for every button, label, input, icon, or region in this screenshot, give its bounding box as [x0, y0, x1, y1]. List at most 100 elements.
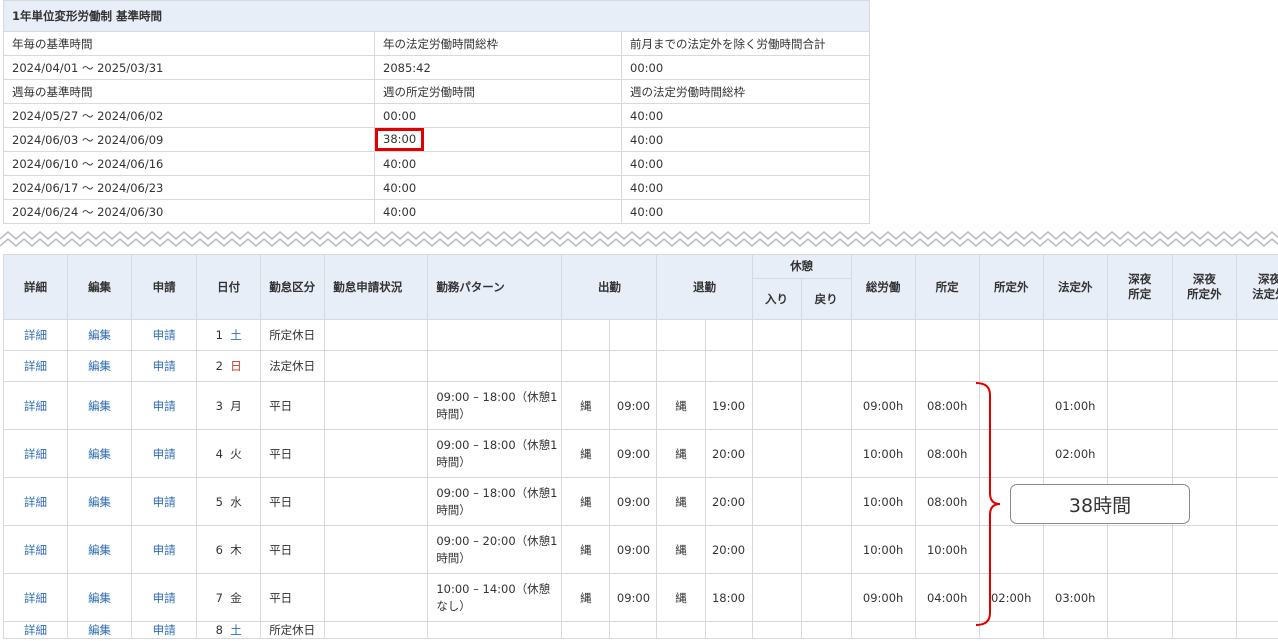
scheduled-cell: 10:00h	[914, 525, 980, 574]
date-cell: 3 月	[196, 381, 262, 430]
late-scheduled-line2: 所定	[1128, 287, 1152, 301]
col-header-overtime: 法定外	[1042, 254, 1108, 320]
late-overtime-cell	[1235, 319, 1278, 351]
pattern-cell	[427, 621, 563, 639]
request-status-cell	[324, 621, 429, 639]
day-number: 7	[215, 590, 223, 605]
late-overtime-cell	[1235, 573, 1278, 622]
summary-week-row: 2024/06/17 ～ 2024/06/23 40:00 40:00	[3, 175, 871, 200]
day-of-week: 日	[230, 359, 242, 373]
apply-link[interactable]: 申請	[153, 359, 176, 373]
edit-cell: 編集	[67, 319, 133, 351]
clock-in-time	[609, 621, 658, 639]
pattern-cell: 09:00 – 20:00（休憩1時間）	[427, 525, 563, 574]
attendance-type-cell: 平日	[260, 573, 326, 622]
year-header-legal-total: 年の法定労働時間総枠	[374, 31, 622, 56]
edit-link[interactable]: 編集	[88, 591, 111, 605]
break-in-cell	[751, 573, 802, 622]
break-in-cell	[751, 429, 802, 478]
attendance-type-cell: 法定休日	[260, 350, 326, 382]
attendance-table: 詳細 編集 申請 日付 勤怠区分 勤怠申請状況 勤務パターン 出勤 退勤 休憩 …	[2, 253, 1278, 639]
summary-title: 1年単位変形労働制 基準時間	[2, 0, 871, 32]
non-scheduled-cell	[978, 319, 1044, 351]
clock-out-time	[704, 621, 753, 639]
edit-link[interactable]: 編集	[88, 359, 111, 373]
day-number: 2	[215, 359, 223, 373]
late-scheduled-cell	[1106, 319, 1173, 351]
edit-cell: 編集	[67, 525, 133, 574]
late-non-scheduled-cell	[1171, 350, 1237, 382]
late-scheduled-cell	[1106, 350, 1173, 382]
date-cell: 5 水	[196, 477, 262, 526]
break-out-cell	[800, 319, 852, 351]
summary-week-header-row: 週毎の基準時間 週の所定労働時間 週の法定労働時間総枠	[3, 79, 871, 104]
week-scheduled: 40:00	[374, 199, 622, 224]
break-out-cell	[800, 429, 852, 478]
clock-in-time	[609, 319, 658, 351]
edit-link[interactable]: 編集	[88, 447, 111, 461]
late-scheduled-cell	[1106, 573, 1173, 622]
pattern-cell: 09:00 – 18:00（休憩1時間）	[427, 381, 563, 430]
request-status-cell	[324, 319, 429, 351]
week-range: 2024/05/27 ～ 2024/06/02	[3, 103, 375, 128]
detail-link[interactable]: 詳細	[24, 543, 47, 557]
col-header-late-overtime: 深夜 法定外	[1235, 254, 1278, 320]
day-number: 5	[215, 494, 223, 509]
apply-link[interactable]: 申請	[153, 543, 176, 557]
clock-in-time	[609, 350, 658, 382]
detail-link[interactable]: 詳細	[24, 623, 47, 637]
apply-cell: 申請	[131, 621, 198, 639]
col-header-apply: 申請	[131, 254, 198, 320]
attendance-row: 詳細 編集 申請 2 日 法定休日	[2, 350, 1278, 382]
attendance-type-cell: 所定休日	[260, 319, 326, 351]
clock-out-time: 18:00	[704, 573, 753, 622]
summary-year-row: 2024/04/01 ～ 2025/03/31 2085:42 00:00	[3, 55, 871, 80]
day-of-week: 金	[230, 590, 242, 605]
day-of-week: 火	[230, 446, 242, 461]
week-range: 2024/06/24 ～ 2024/06/30	[3, 199, 375, 224]
attendance-type-cell: 平日	[260, 381, 326, 430]
detail-link[interactable]: 詳細	[24, 359, 47, 373]
total-cell	[850, 319, 916, 351]
apply-link[interactable]: 申請	[153, 623, 176, 637]
apply-link[interactable]: 申請	[153, 591, 176, 605]
col-header-clock-in: 出勤	[561, 254, 658, 320]
detail-link[interactable]: 詳細	[24, 495, 47, 509]
detail-link[interactable]: 詳細	[24, 399, 47, 413]
detail-cell: 詳細	[2, 350, 69, 382]
break-out-cell	[800, 350, 852, 382]
apply-link[interactable]: 申請	[153, 495, 176, 509]
scheduled-cell: 04:00h	[914, 573, 980, 622]
break-in-cell	[751, 319, 802, 351]
red-brace-annotation	[975, 382, 1001, 626]
edit-link[interactable]: 編集	[88, 399, 111, 413]
attendance-type-cell: 平日	[260, 477, 326, 526]
edit-link[interactable]: 編集	[88, 328, 111, 342]
attendance-row: 詳細 編集 申請 3 月平日 09:00 – 18:00（休憩1時間）縄 09:00 縄 19…	[2, 381, 1278, 430]
clock-in-mark: 縄	[561, 573, 611, 622]
week-range: 2024/06/17 ～ 2024/06/23	[3, 175, 375, 200]
apply-link[interactable]: 申請	[153, 399, 176, 413]
col-header-edit: 編集	[67, 254, 133, 320]
col-header-non-scheduled: 所定外	[978, 254, 1044, 320]
detail-link[interactable]: 詳細	[24, 591, 47, 605]
clock-out-time: 19:00	[704, 381, 753, 430]
edit-link[interactable]: 編集	[88, 495, 111, 509]
edit-link[interactable]: 編集	[88, 623, 111, 637]
detail-link[interactable]: 詳細	[24, 328, 47, 342]
apply-link[interactable]: 申請	[153, 328, 176, 342]
clock-in-mark	[561, 319, 611, 351]
col-header-break-in: 入り	[751, 278, 802, 320]
clock-in-time: 09:00	[609, 525, 658, 574]
year-header-range: 年毎の基準時間	[3, 31, 375, 56]
late-non-scheduled-cell	[1171, 525, 1237, 574]
apply-link[interactable]: 申請	[153, 447, 176, 461]
week-scheduled: 40:00	[374, 175, 622, 200]
edit-link[interactable]: 編集	[88, 543, 111, 557]
week-scheduled: 38:00	[374, 127, 622, 152]
week-legal-total: 40:00	[620, 175, 871, 200]
detail-link[interactable]: 詳細	[24, 447, 47, 461]
pattern-cell	[427, 350, 563, 382]
attendance-row: 詳細 編集 申請 8 土所定休日	[2, 621, 1278, 639]
clock-out-mark: 縄	[656, 477, 706, 526]
